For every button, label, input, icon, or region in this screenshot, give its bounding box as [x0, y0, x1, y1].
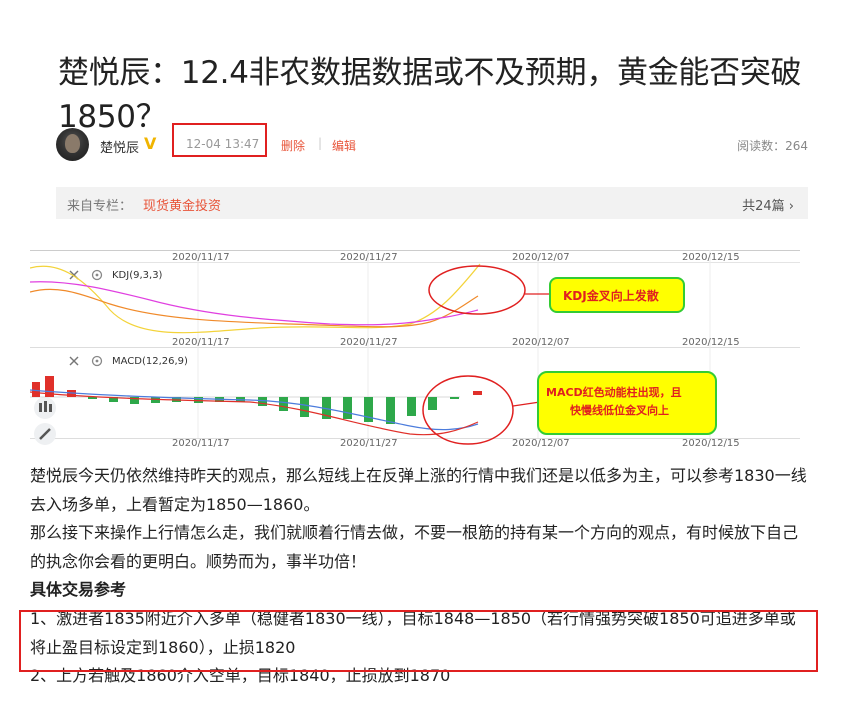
macd-settings-icon[interactable] [91, 355, 103, 367]
macd-note-box [537, 371, 717, 435]
author-avatar[interactable] [56, 128, 89, 161]
kdj-label: KDJ(9,3,3) [112, 270, 163, 281]
macd-close-icon[interactable] [69, 356, 79, 366]
edit-link[interactable]: 编辑 [332, 137, 356, 154]
trade-highlight-box [19, 610, 818, 672]
bottom-date-4: 2020/12/15 [682, 438, 740, 449]
paragraph-1: 楚悦辰今天仍依然维持昨天的观点，那么短线上在反弹上涨的行情中我们还是以低多为主，… [30, 466, 807, 514]
mid-date-1: 2020/11/17 [172, 337, 230, 348]
macd-note-line1: MACD红色动能柱出现，且 [546, 385, 682, 399]
column-count-link[interactable]: 共24篇 › [742, 195, 794, 214]
delete-link[interactable]: 删除 [281, 137, 305, 154]
column-link[interactable]: 现货黄金投资 [143, 195, 221, 214]
bottom-date-2: 2020/11/27 [340, 438, 398, 449]
paragraph-2: 那么接下来操作上行情怎么走，我们就顺着行情去做，不要一根筋的持有某一个方向的观点… [30, 523, 799, 571]
mid-date-4: 2020/12/15 [682, 337, 740, 348]
top-date-3: 2020/12/07 [512, 252, 570, 263]
macd-label: MACD(12,26,9) [112, 356, 188, 367]
kdj-settings-icon[interactable] [91, 269, 103, 281]
mid-date-3: 2020/12/07 [512, 337, 570, 348]
verified-badge-icon: V [144, 134, 157, 153]
column-from-label: 来自专栏： [67, 199, 133, 214]
kdj-note: KDJ金叉向上发散 [563, 288, 660, 303]
kdj-highlight-circle [428, 265, 526, 315]
bottom-date-1: 2020/11/17 [172, 438, 230, 449]
read-count: 阅读数：264 [737, 139, 808, 153]
publish-time: 12-04 13:47 [186, 137, 260, 151]
draw-tool-icon[interactable] [34, 423, 56, 445]
article-meta: 楚悦辰 V 12-04 13:47 删除 | 编辑 阅读数：264 [56, 123, 808, 164]
bottom-date-3: 2020/12/07 [512, 438, 570, 449]
top-date-2: 2020/11/27 [340, 252, 398, 263]
top-date-1: 2020/11/17 [172, 252, 230, 263]
column-bar: 来自专栏： 现货黄金投资 共24篇 › [56, 187, 808, 219]
macd-up-bars [32, 376, 482, 397]
macd-note-line2: 快慢线低位金叉向上 [569, 403, 669, 417]
mid-date-2: 2020/11/27 [340, 337, 398, 348]
meta-separator: | [318, 136, 323, 150]
top-date-4: 2020/12/15 [682, 252, 740, 263]
author-name[interactable]: 楚悦辰 [100, 137, 139, 156]
chart-image: 2020/11/17 2020/11/27 2020/12/07 2020/12… [30, 250, 800, 449]
trade-heading: 具体交易参考 [30, 580, 127, 600]
indicator-tool-icon[interactable] [34, 397, 56, 419]
